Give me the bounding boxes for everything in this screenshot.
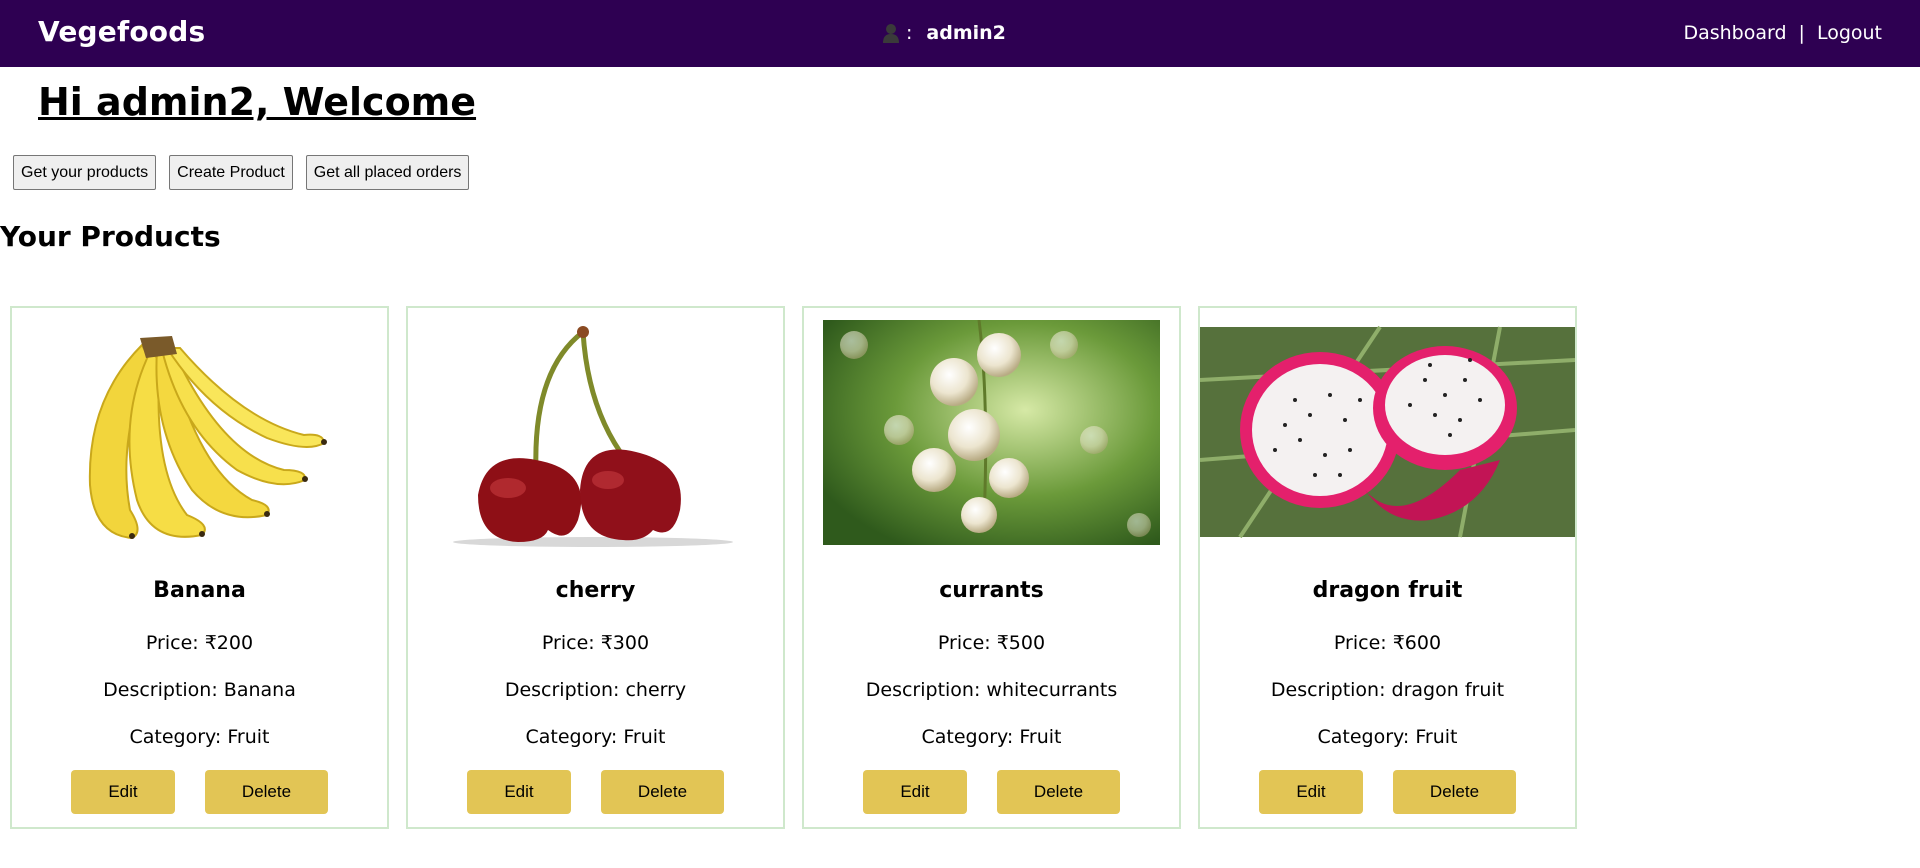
top-navbar: Vegefoods : admin2 Dashboard | Logout <box>0 0 1920 67</box>
product-description: Description: whitecurrants <box>865 679 1118 701</box>
dragon-fruit-image <box>1200 320 1575 548</box>
product-category: Category: Fruit <box>1317 726 1458 748</box>
product-name: Banana <box>153 578 246 603</box>
product-image-currants <box>804 320 1179 548</box>
logout-link[interactable]: Logout <box>1817 22 1882 44</box>
nav-links: Dashboard | Logout <box>1683 22 1882 44</box>
edit-button[interactable]: Edit <box>467 770 571 814</box>
user-icon <box>883 24 899 43</box>
nav-separator: | <box>1798 22 1805 44</box>
card-actions: Edit Delete <box>12 770 387 814</box>
delete-button[interactable]: Delete <box>601 770 724 814</box>
product-card: currants Price: ₹500 Description: whitec… <box>802 306 1181 829</box>
product-image-banana <box>12 320 387 548</box>
product-category: Category: Fruit <box>921 726 1062 748</box>
get-products-button[interactable]: Get your products <box>13 155 157 190</box>
card-actions: Edit Delete <box>804 770 1179 814</box>
product-description: Description: cherry <box>504 679 687 701</box>
edit-button[interactable]: Edit <box>1259 770 1363 814</box>
product-price: Price: ₹500 <box>937 632 1046 654</box>
product-category: Category: Fruit <box>525 726 666 748</box>
product-image-dragon-fruit <box>1200 320 1575 548</box>
delete-button[interactable]: Delete <box>997 770 1120 814</box>
delete-button[interactable]: Delete <box>1393 770 1516 814</box>
brand-logo[interactable]: Vegefoods <box>38 15 205 48</box>
product-description: Description: Banana <box>103 679 296 701</box>
user-separator: : <box>906 22 913 44</box>
section-title: Your Products <box>0 220 221 253</box>
cherry-image <box>408 320 783 548</box>
product-category: Category: Fruit <box>129 726 270 748</box>
product-card: Banana Price: ₹200 Description: Banana C… <box>10 306 389 829</box>
card-actions: Edit Delete <box>1200 770 1575 814</box>
product-price: Price: ₹200 <box>145 632 254 654</box>
banana-image <box>12 320 387 548</box>
get-orders-button[interactable]: Get all placed orders <box>305 155 470 190</box>
dashboard-link[interactable]: Dashboard <box>1683 22 1786 44</box>
product-name: cherry <box>555 578 636 603</box>
product-card: cherry Price: ₹300 Description: cherry C… <box>406 306 785 829</box>
product-name: dragon fruit <box>1312 578 1463 603</box>
action-bar: Get your products Create Product Get all… <box>13 155 482 190</box>
card-actions: Edit Delete <box>408 770 783 814</box>
product-description: Description: dragon fruit <box>1270 679 1505 701</box>
product-name: currants <box>939 578 1044 603</box>
currants-image <box>804 320 1179 548</box>
user-info: : admin2 <box>882 22 1006 44</box>
delete-button[interactable]: Delete <box>205 770 328 814</box>
edit-button[interactable]: Edit <box>71 770 175 814</box>
edit-button[interactable]: Edit <box>863 770 967 814</box>
product-price: Price: ₹600 <box>1333 632 1442 654</box>
create-product-button[interactable]: Create Product <box>169 155 293 190</box>
product-image-cherry <box>408 320 783 548</box>
username: admin2 <box>926 22 1006 44</box>
product-card: dragon fruit Price: ₹600 Description: dr… <box>1198 306 1577 829</box>
product-grid: Banana Price: ₹200 Description: Banana C… <box>10 306 1594 829</box>
product-price: Price: ₹300 <box>541 632 650 654</box>
welcome-heading: Hi admin2, Welcome <box>38 80 477 124</box>
